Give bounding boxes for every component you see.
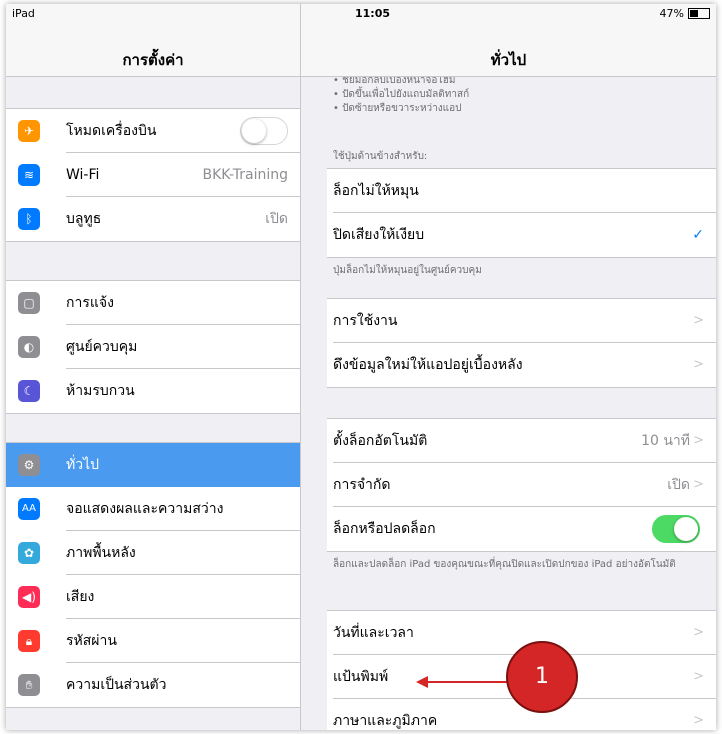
battery-icon xyxy=(688,8,710,19)
option-lock-rotation[interactable]: ล็อกไม่ให้หมุน xyxy=(327,169,716,213)
usage-group: การใช้งาน > ดึงข้อมูลใหม่ให้แอปอยู่เบื้อ… xyxy=(327,298,716,388)
wifi-network-name: BKK-Training xyxy=(202,167,288,183)
display-icon: AA xyxy=(18,498,40,520)
sidebar-item-label: ความเป็นส่วนตัว xyxy=(66,677,167,693)
chevron-right-icon: > xyxy=(693,477,704,492)
option-mute[interactable]: ปิดเสียงให้เงียบ ✓ xyxy=(327,213,716,257)
chevron-right-icon: > xyxy=(693,313,704,328)
device-label: iPad xyxy=(12,7,35,20)
gesture-notes: • ชัยมือกลับเบื้องหน้าจอโฮม • ปัดขึ้นเพื… xyxy=(333,74,693,116)
chevron-right-icon: > xyxy=(693,713,704,728)
chevron-right-icon: > xyxy=(693,433,704,448)
row-label: ภาษาและภูมิภาค xyxy=(333,713,438,729)
settings-sidebar: การตั้งค่า ✈ โหมดเครื่องบิน ≋ Wi-Fi BKK-… xyxy=(6,4,301,730)
row-restrictions[interactable]: การจำกัด เปิด > xyxy=(327,463,716,507)
hand-icon: ✋︎ xyxy=(18,674,40,696)
sidebar-item-label: Wi-Fi xyxy=(66,167,100,183)
sidebar-item-general[interactable]: ⚙ ทั่วไป xyxy=(6,443,300,487)
side-switch-group: ล็อกไม่ให้หมุน ปิดเสียงให้เงียบ ✓ xyxy=(327,168,716,258)
row-label: ล็อกหรือปลดล็อก xyxy=(333,521,436,537)
status-bar: iPad 11:05 47% xyxy=(6,4,716,24)
moon-icon: ☾ xyxy=(18,380,40,402)
sidebar-item-do-not-disturb[interactable]: ☾ ห้ามรบกวน xyxy=(6,369,300,413)
step-number-badge: 1 xyxy=(506,641,578,713)
page-title: ทั่วไป xyxy=(490,51,527,69)
sidebar-item-label: ศูนย์ควบคุม xyxy=(66,339,138,355)
checkmark-icon: ✓ xyxy=(692,227,704,243)
sidebar-item-display[interactable]: AA จอแสดงผลและความสว่าง xyxy=(6,487,300,531)
chevron-right-icon: > xyxy=(693,669,704,684)
sidebar-title: การตั้งค่า xyxy=(122,51,184,69)
gear-icon: ⚙ xyxy=(18,454,40,476)
lock-unlock-toggle[interactable] xyxy=(652,515,700,543)
sidebar-item-label: จอแสดงผลและความสว่าง xyxy=(66,501,224,517)
row-background-refresh[interactable]: ดึงข้อมูลใหม่ให้แอปอยู่เบื้องหลัง > xyxy=(327,343,716,387)
sidebar-item-passcode[interactable]: 🔒︎ รหัสผ่าน xyxy=(6,619,300,663)
sidebar-item-label: เสียง xyxy=(66,589,95,605)
clock: 11:05 xyxy=(355,7,391,20)
airplane-icon: ✈ xyxy=(18,120,40,142)
row-label: แป้นพิมพ์ xyxy=(333,669,389,685)
sidebar-group-general: ⚙ ทั่วไป AA จอแสดงผลและความสว่าง ✿ ภาพพื… xyxy=(6,442,300,708)
sidebar-item-wallpaper[interactable]: ✿ ภาพพื้นหลัง xyxy=(6,531,300,575)
sidebar-item-airplane-mode[interactable]: ✈ โหมดเครื่องบิน xyxy=(6,109,300,153)
row-label: ดึงข้อมูลใหม่ให้แอปอยู่เบื้องหลัง xyxy=(333,357,523,373)
side-switch-header: ใช้ปุ่มด้านข้างสำหรับ: xyxy=(333,151,428,162)
sidebar-item-label: การแจ้ง xyxy=(66,295,114,311)
option-label: ปิดเสียงให้เงียบ xyxy=(333,227,425,243)
bluetooth-icon: ᛒ xyxy=(18,208,40,230)
row-usage[interactable]: การใช้งาน > xyxy=(327,299,716,343)
sidebar-item-label: ทั่วไป xyxy=(66,457,100,473)
auto-lock-value: 10 นาที xyxy=(641,433,690,449)
battery-indicator: 47% xyxy=(660,7,710,20)
sound-icon: ◀) xyxy=(18,586,40,608)
wifi-icon: ≋ xyxy=(18,164,40,186)
chevron-right-icon: > xyxy=(693,625,704,640)
lock-footer: ล็อกและปลดล็อก iPad ของคุณขณะที่คุณปิดแล… xyxy=(333,559,676,570)
sidebar-item-label: รหัสผ่าน xyxy=(66,633,117,649)
row-label: วันที่และเวลา xyxy=(333,625,414,641)
chevron-right-icon: > xyxy=(693,357,704,372)
sidebar-item-privacy[interactable]: ✋︎ ความเป็นส่วนตัว xyxy=(6,663,300,707)
option-label: ล็อกไม่ให้หมุน xyxy=(333,183,419,199)
sidebar-item-label: โหมดเครื่องบิน xyxy=(66,123,157,139)
restrictions-value: เปิด xyxy=(667,477,690,493)
sidebar-item-label: บลูทูธ xyxy=(66,211,102,227)
bluetooth-status: เปิด xyxy=(265,211,288,227)
toggle-knob xyxy=(674,517,698,541)
notifications-icon: ▢ xyxy=(18,292,40,314)
general-settings-pane: ทั่วไป • ชัยมือกลับเบื้องหน้าจอโฮม • ปัด… xyxy=(301,4,716,730)
row-label: การใช้งาน xyxy=(333,313,398,329)
row-label: การจำกัด xyxy=(333,477,391,493)
sidebar-item-control-center[interactable]: ◐ ศูนย์ควบคุม xyxy=(6,325,300,369)
sidebar-item-label: ห้ามรบกวน xyxy=(66,383,135,399)
sidebar-item-label: ภาพพื้นหลัง xyxy=(66,545,136,561)
control-center-icon: ◐ xyxy=(18,336,40,358)
airplane-mode-toggle[interactable] xyxy=(240,117,288,145)
battery-fill xyxy=(690,10,698,17)
row-auto-lock[interactable]: ตั้งล็อกอัตโนมัติ 10 นาที > xyxy=(327,419,716,463)
sidebar-group-connectivity: ✈ โหมดเครื่องบิน ≋ Wi-Fi BKK-Training ᛒ … xyxy=(6,108,300,242)
toggle-knob xyxy=(242,119,266,143)
note-line: • ปัดขึ้นเพื่อไปยังแถบมัลติทาสก์ xyxy=(333,89,470,100)
wallpaper-icon: ✿ xyxy=(18,542,40,564)
lock-group: ตั้งล็อกอัตโนมัติ 10 นาที > การจำกัด เปิ… xyxy=(327,418,716,552)
sidebar-group-notifications: ▢ การแจ้ง ◐ ศูนย์ควบคุม ☾ ห้ามรบกวน xyxy=(6,280,300,414)
row-label: ตั้งล็อกอัตโนมัติ xyxy=(333,433,428,449)
sidebar-item-notifications[interactable]: ▢ การแจ้ง xyxy=(6,281,300,325)
row-lock-unlock[interactable]: ล็อกหรือปลดล็อก xyxy=(327,507,716,551)
sidebar-item-wifi[interactable]: ≋ Wi-Fi BKK-Training xyxy=(6,153,300,197)
note-line: • ปัดซ้ายหรือขวาระหว่างแอป xyxy=(333,103,462,114)
lock-icon: 🔒︎ xyxy=(18,630,40,652)
sidebar-item-sounds[interactable]: ◀) เสียง xyxy=(6,575,300,619)
sidebar-item-bluetooth[interactable]: ᛒ บลูทูธ เปิด xyxy=(6,197,300,241)
side-switch-footer: ปุ่มล็อกไม่ให้หมุนอยู่ในศูนย์ควบคุม xyxy=(333,265,482,276)
battery-percent: 47% xyxy=(659,7,684,20)
ipad-screen: iPad 11:05 47% การตั้งค่า ✈ โหมดเครื่องบ… xyxy=(6,4,716,730)
annotation-arrow xyxy=(426,681,508,683)
